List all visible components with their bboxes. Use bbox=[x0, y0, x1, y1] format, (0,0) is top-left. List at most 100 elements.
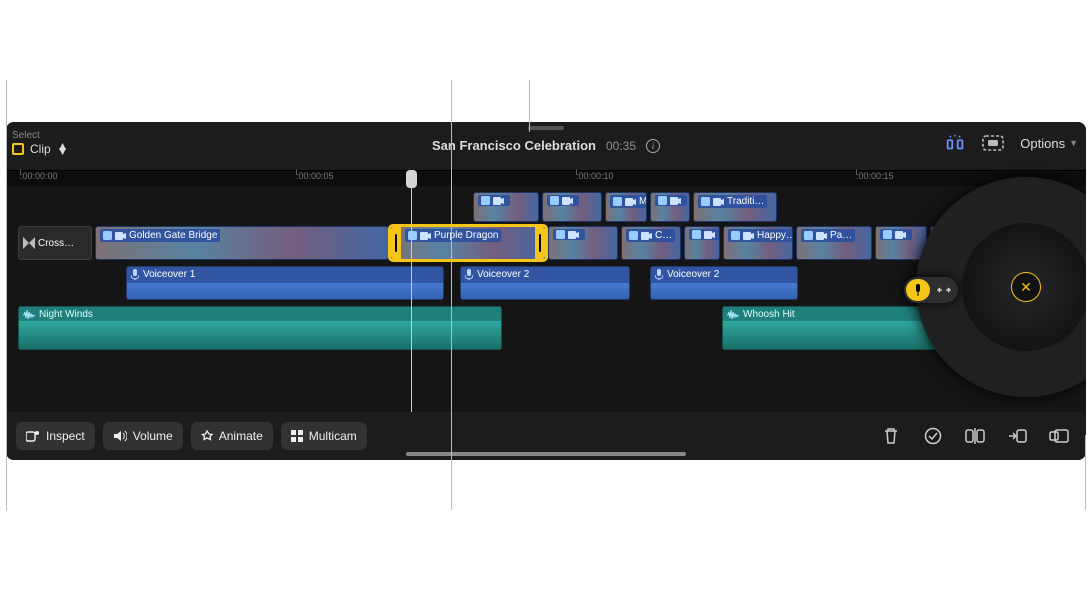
waveform-icon bbox=[727, 310, 739, 320]
voiceover-clip[interactable]: Voiceover 2 bbox=[460, 266, 630, 300]
music-clip[interactable]: Night Winds bbox=[18, 306, 502, 350]
options-menu[interactable]: Options ▼ bbox=[1020, 136, 1078, 151]
transition-clip[interactable]: Cross… bbox=[18, 226, 92, 260]
overwrite-button[interactable] bbox=[1042, 422, 1076, 450]
video-clip[interactable] bbox=[684, 226, 720, 260]
camera-icon bbox=[641, 232, 652, 240]
checkmark-circle-icon bbox=[924, 427, 942, 445]
annotation-line bbox=[451, 80, 452, 510]
trim-handle-right[interactable] bbox=[535, 227, 545, 259]
camera-icon bbox=[895, 231, 906, 239]
nudge-icon bbox=[913, 284, 923, 296]
placeholder-icon bbox=[658, 196, 667, 205]
mic-icon bbox=[655, 269, 663, 280]
bowtie-icon bbox=[23, 237, 35, 249]
trash-icon bbox=[883, 427, 899, 445]
chevron-down-icon: ▼ bbox=[1069, 138, 1078, 148]
inspect-button[interactable]: Inspect bbox=[16, 422, 95, 450]
connected-clip[interactable] bbox=[473, 192, 539, 222]
jog-mode-switch[interactable] bbox=[904, 277, 958, 303]
timeline-panel: Select Clip ▲▼ San Francisco Celebration… bbox=[6, 122, 1086, 460]
overwrite-icon bbox=[1049, 428, 1069, 444]
timeline-index-icon[interactable] bbox=[982, 132, 1004, 154]
video-clip[interactable]: Happy… bbox=[723, 226, 793, 260]
inspect-icon bbox=[26, 430, 40, 442]
selection-mode-control[interactable]: Select Clip ▲▼ bbox=[12, 130, 69, 156]
placeholder-icon bbox=[103, 231, 112, 240]
camera-icon bbox=[420, 232, 431, 240]
placeholder-icon bbox=[629, 231, 638, 240]
mic-icon bbox=[131, 269, 139, 280]
enable-button[interactable] bbox=[916, 422, 950, 450]
delete-button[interactable] bbox=[874, 422, 908, 450]
connected-clip[interactable]: M… bbox=[605, 192, 647, 222]
project-duration: 00:35 bbox=[606, 139, 636, 153]
multicam-button[interactable]: Multicam bbox=[281, 422, 367, 450]
camera-icon bbox=[562, 197, 573, 205]
drag-handle[interactable] bbox=[528, 126, 564, 130]
animate-button[interactable]: Animate bbox=[191, 422, 273, 450]
split-button[interactable] bbox=[958, 422, 992, 450]
video-clip[interactable]: Golden Gate Bridge bbox=[95, 226, 389, 260]
video-clip[interactable]: Pa… bbox=[796, 226, 872, 260]
magnetic-icon[interactable] bbox=[944, 132, 966, 154]
trim-handle-left[interactable] bbox=[391, 227, 401, 259]
jog-mode-nudge[interactable] bbox=[906, 279, 930, 301]
placeholder-icon bbox=[550, 196, 559, 205]
multicam-icon bbox=[291, 430, 303, 442]
waveform-icon bbox=[23, 310, 35, 320]
connected-clip[interactable] bbox=[650, 192, 690, 222]
camera-icon bbox=[743, 232, 754, 240]
ruler-tick: :00:00:00 bbox=[20, 171, 58, 181]
jog-close-button[interactable]: ✕ bbox=[1011, 272, 1041, 302]
camera-icon bbox=[568, 231, 579, 239]
placeholder-icon bbox=[701, 197, 710, 206]
select-value: Clip bbox=[30, 142, 51, 156]
camera-icon bbox=[670, 197, 681, 205]
insert-button[interactable] bbox=[1000, 422, 1034, 450]
project-title: San Francisco Celebration bbox=[432, 138, 596, 153]
ruler-tick: :00:00:15 bbox=[856, 171, 894, 181]
camera-icon bbox=[713, 198, 724, 206]
connected-clip[interactable]: Traditi… bbox=[693, 192, 777, 222]
voiceover-clip[interactable]: Voiceover 2 bbox=[650, 266, 798, 300]
placeholder-icon bbox=[804, 231, 813, 240]
placeholder-icon bbox=[613, 197, 622, 206]
home-indicator bbox=[406, 452, 686, 456]
clip-mode-icon bbox=[12, 143, 24, 155]
insert-icon bbox=[1007, 428, 1027, 444]
camera-icon bbox=[625, 198, 636, 206]
mic-icon bbox=[465, 269, 473, 280]
video-clip-selected[interactable]: Purple Dragon bbox=[390, 226, 546, 260]
connected-clip[interactable] bbox=[542, 192, 602, 222]
timeline-topbar: Select Clip ▲▼ San Francisco Celebration… bbox=[6, 122, 1086, 170]
shuttle-icon bbox=[937, 285, 951, 295]
ruler-tick: :00:00:05 bbox=[296, 171, 334, 181]
placeholder-icon bbox=[556, 230, 565, 239]
annotation-line bbox=[529, 80, 530, 132]
annotation-line bbox=[6, 80, 7, 510]
jog-mode-shuttle[interactable] bbox=[932, 279, 956, 301]
placeholder-icon bbox=[692, 230, 701, 239]
video-clip[interactable] bbox=[548, 226, 618, 260]
playhead-knob[interactable] bbox=[406, 170, 417, 188]
info-icon[interactable]: i bbox=[646, 139, 660, 153]
animate-icon bbox=[201, 430, 213, 442]
camera-icon bbox=[704, 231, 715, 239]
video-clip[interactable]: C… bbox=[621, 226, 681, 260]
voiceover-clip[interactable]: Voiceover 1 bbox=[126, 266, 444, 300]
ruler-tick: :00:00:10 bbox=[576, 171, 614, 181]
annotation-line bbox=[1085, 435, 1086, 510]
volume-button[interactable]: Volume bbox=[103, 422, 183, 450]
placeholder-icon bbox=[731, 231, 740, 240]
volume-icon bbox=[113, 430, 127, 442]
camera-icon bbox=[493, 197, 504, 205]
placeholder-icon bbox=[408, 231, 417, 240]
split-icon bbox=[965, 428, 985, 444]
placeholder-icon bbox=[481, 196, 490, 205]
camera-icon bbox=[115, 232, 126, 240]
camera-icon bbox=[816, 232, 827, 240]
playhead[interactable] bbox=[411, 170, 412, 412]
stepper-arrows-icon[interactable]: ▲▼ bbox=[57, 144, 69, 154]
placeholder-icon bbox=[883, 230, 892, 239]
